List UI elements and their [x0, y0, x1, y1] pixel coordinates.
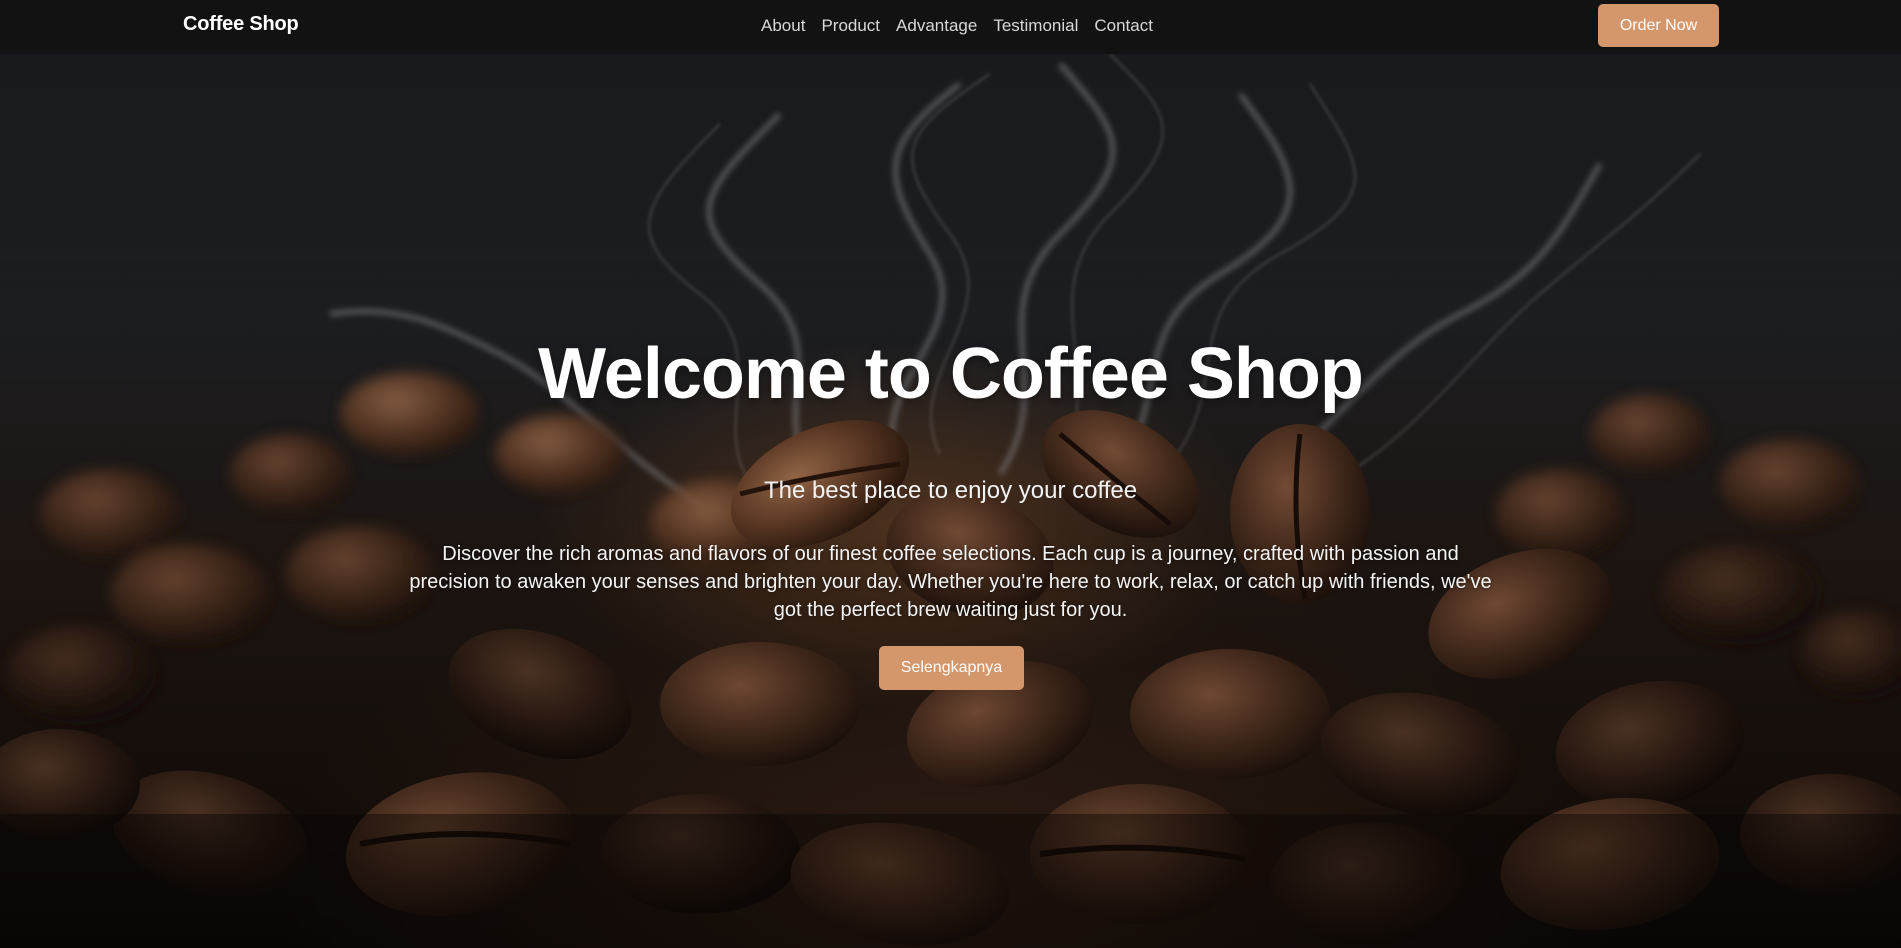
hero-title: Welcome to Coffee Shop — [538, 334, 1364, 414]
navbar: Coffee Shop About Product Advantage Test… — [0, 0, 1901, 54]
brand-logo[interactable]: Coffee Shop — [183, 13, 299, 36]
nav-link-about[interactable]: About — [761, 16, 805, 36]
selengkapnya-button[interactable]: Selengkapnya — [879, 646, 1024, 690]
order-now-button[interactable]: Order Now — [1598, 4, 1719, 47]
hero-subtitle: The best place to enjoy your coffee — [763, 477, 1138, 504]
nav-link-product[interactable]: Product — [821, 16, 880, 36]
nav-link-testimonial[interactable]: Testimonial — [993, 16, 1078, 36]
nav-links: About Product Advantage Testimonial Cont… — [761, 16, 1153, 36]
nav-link-advantage[interactable]: Advantage — [896, 16, 977, 36]
nav-link-contact[interactable]: Contact — [1094, 16, 1153, 36]
hero-description: Discover the rich aromas and flavors of … — [409, 543, 1492, 621]
